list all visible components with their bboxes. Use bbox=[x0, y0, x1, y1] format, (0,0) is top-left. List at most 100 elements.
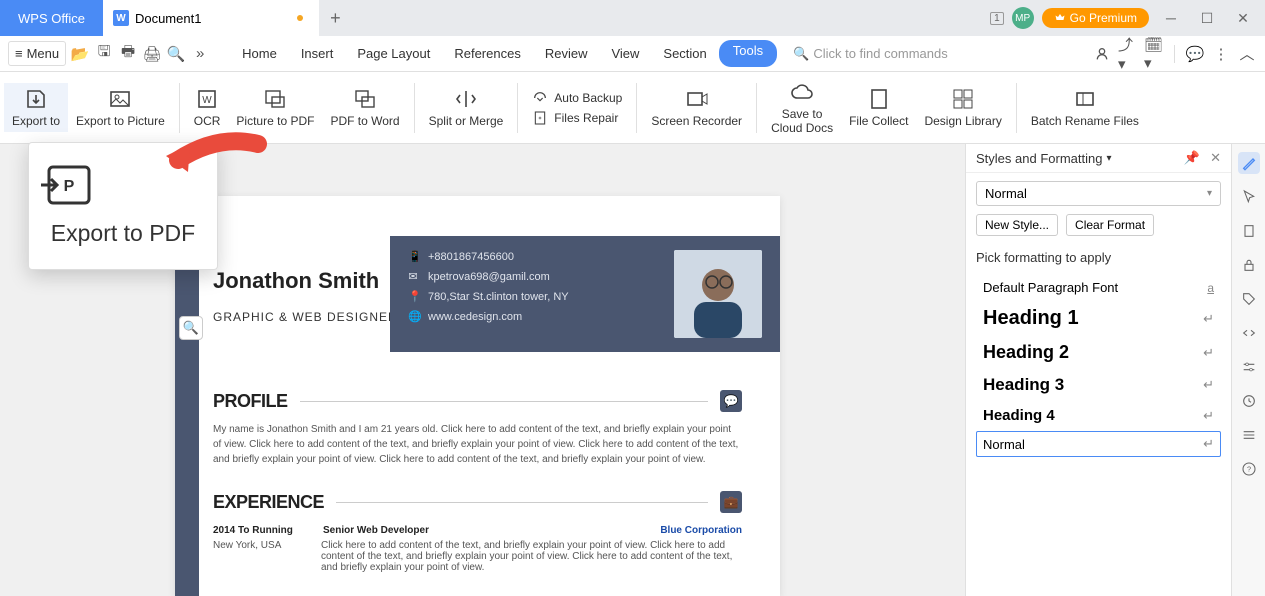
collapse-ribbon-icon[interactable]: ︿ bbox=[1237, 44, 1257, 64]
minimize-button[interactable]: ─ bbox=[1157, 4, 1185, 32]
tab-references[interactable]: References bbox=[442, 40, 532, 67]
export-to-button[interactable]: Export to bbox=[4, 83, 68, 132]
calendar-icon[interactable]: 🗓 ▾ bbox=[1144, 44, 1164, 64]
style-normal[interactable]: Normal↵ bbox=[976, 431, 1221, 457]
screen-recorder-button[interactable]: Screen Recorder bbox=[643, 83, 750, 132]
search-icon: 🔍 bbox=[793, 46, 809, 62]
styles-rail-icon[interactable] bbox=[1238, 152, 1260, 174]
new-tab-button[interactable]: + bbox=[319, 0, 351, 36]
tab-tools[interactable]: Tools bbox=[719, 40, 777, 67]
menu-tabs: Home Insert Page Layout References Revie… bbox=[230, 40, 777, 67]
document-tab[interactable]: W Document1 bbox=[103, 0, 319, 36]
pin-icon[interactable]: 📌 bbox=[1184, 150, 1200, 166]
tab-home[interactable]: Home bbox=[230, 40, 289, 67]
tab-page-layout[interactable]: Page Layout bbox=[345, 40, 442, 67]
go-premium-button[interactable]: Go Premium bbox=[1042, 8, 1149, 28]
resume-name: Jonathon Smith bbox=[213, 268, 398, 294]
app-tab[interactable]: WPS Office bbox=[0, 0, 103, 36]
tab-insert[interactable]: Insert bbox=[289, 40, 346, 67]
code-rail-icon[interactable] bbox=[1238, 322, 1260, 344]
zoom-icon[interactable]: 🔍 bbox=[166, 44, 186, 64]
page-find-button[interactable]: 🔍 bbox=[179, 316, 203, 340]
unsaved-indicator-icon bbox=[297, 15, 303, 21]
svg-text:W: W bbox=[202, 95, 212, 106]
document-page[interactable]: 🔍 Jonathon Smith GRAPHIC & WEB DESIGNER … bbox=[175, 196, 780, 596]
export-pdf-icon: P bbox=[39, 161, 207, 209]
split-merge-icon bbox=[454, 87, 478, 111]
contact-address: 780,Star St.clinton tower, NY bbox=[428, 291, 569, 303]
clipboard-rail-icon[interactable] bbox=[1238, 220, 1260, 242]
contact-website: www.cedesign.com bbox=[428, 311, 522, 323]
pic-to-pdf-icon bbox=[263, 87, 287, 111]
picture-to-pdf-button[interactable]: Picture to PDF bbox=[228, 83, 322, 132]
document-title: Document1 bbox=[135, 11, 201, 26]
new-style-button[interactable]: New Style... bbox=[976, 214, 1058, 236]
maximize-button[interactable]: ☐ bbox=[1193, 4, 1221, 32]
profile-section-title: PROFILE bbox=[213, 391, 288, 412]
profile-section-body: My name is Jonathon Smith and I am 21 ye… bbox=[213, 422, 742, 467]
backup-icon bbox=[532, 90, 548, 106]
style-heading-1[interactable]: Heading 1↵ bbox=[976, 302, 1221, 335]
tab-review[interactable]: Review bbox=[533, 40, 600, 67]
split-merge-button[interactable]: Split or Merge bbox=[421, 83, 512, 132]
selection-rail-icon[interactable] bbox=[1238, 186, 1260, 208]
user-settings-icon[interactable] bbox=[1092, 44, 1112, 64]
current-style-dropdown[interactable]: Normal ▾ bbox=[976, 181, 1221, 206]
exp-role: Senior Web Developer bbox=[323, 525, 429, 536]
sliders-rail-icon[interactable] bbox=[1238, 356, 1260, 378]
style-default-font[interactable]: Default Paragraph Fonta bbox=[976, 275, 1221, 300]
design-library-button[interactable]: Design Library bbox=[916, 83, 1009, 132]
chevron-down-icon: ▾ bbox=[1207, 188, 1212, 199]
lock-rail-icon[interactable] bbox=[1238, 254, 1260, 276]
chevron-down-icon[interactable]: ▾ bbox=[1106, 153, 1111, 164]
close-panel-icon[interactable]: ✕ bbox=[1210, 150, 1221, 166]
tab-section[interactable]: Section bbox=[651, 40, 718, 67]
callout-label: Export to PDF bbox=[39, 219, 207, 249]
experience-section-icon: 💼 bbox=[720, 491, 742, 513]
hamburger-icon: ≡ bbox=[15, 46, 23, 61]
pick-formatting-label: Pick formatting to apply bbox=[966, 246, 1231, 269]
file-collect-button[interactable]: File Collect bbox=[841, 83, 916, 132]
vertical-scrollbar[interactable] bbox=[955, 144, 965, 596]
location-icon: 📍 bbox=[408, 290, 418, 303]
tag-rail-icon[interactable] bbox=[1238, 288, 1260, 310]
comments-icon[interactable]: 💬 bbox=[1185, 44, 1205, 64]
repair-icon bbox=[532, 110, 548, 126]
main-menu-button[interactable]: ≡ Menu bbox=[8, 41, 66, 66]
close-button[interactable]: ✕ bbox=[1229, 4, 1257, 32]
style-heading-4[interactable]: Heading 4↵ bbox=[976, 402, 1221, 429]
list-rail-icon[interactable] bbox=[1238, 424, 1260, 446]
window-count-badge[interactable]: 1 bbox=[990, 12, 1004, 25]
style-heading-3[interactable]: Heading 3↵ bbox=[976, 370, 1221, 400]
print-preview-icon[interactable]: 🖨 bbox=[142, 44, 162, 64]
crown-icon bbox=[1054, 12, 1066, 24]
export-pdf-callout: P Export to PDF bbox=[28, 142, 218, 270]
user-avatar[interactable]: MP bbox=[1012, 7, 1034, 29]
more-options-icon[interactable]: ⋮ bbox=[1211, 44, 1231, 64]
pdf-to-word-button[interactable]: PDF to Word bbox=[322, 83, 407, 132]
profile-section-icon: 💬 bbox=[720, 390, 742, 412]
open-folder-icon[interactable]: 📂 bbox=[70, 44, 90, 64]
auto-backup-button[interactable]: Auto Backup bbox=[532, 90, 622, 106]
tab-view[interactable]: View bbox=[599, 40, 651, 67]
email-icon: ✉ bbox=[408, 270, 418, 283]
globe-icon: 🌐 bbox=[408, 310, 418, 323]
phone-icon: 📱 bbox=[408, 250, 418, 263]
save-to-cloud-button[interactable]: Save toCloud Docs bbox=[763, 76, 841, 140]
history-rail-icon[interactable] bbox=[1238, 390, 1260, 412]
style-heading-2[interactable]: Heading 2↵ bbox=[976, 337, 1221, 368]
help-rail-icon[interactable]: ? bbox=[1238, 458, 1260, 480]
save-icon[interactable]: 🖫 bbox=[94, 44, 114, 64]
print-icon[interactable]: 🖶 bbox=[118, 44, 138, 64]
ocr-button[interactable]: W OCR bbox=[186, 83, 229, 132]
share-icon[interactable]: ⤴ ▾ bbox=[1118, 44, 1138, 64]
clear-format-button[interactable]: Clear Format bbox=[1066, 214, 1154, 236]
more-quickaccess-icon[interactable]: » bbox=[190, 44, 210, 64]
export-to-picture-button[interactable]: Export to Picture bbox=[68, 83, 173, 132]
files-repair-button[interactable]: Files Repair bbox=[532, 110, 618, 126]
exp-description: Click here to add content of the text, a… bbox=[321, 540, 742, 573]
command-search[interactable]: 🔍 Click to find commands bbox=[793, 46, 948, 62]
file-collect-icon bbox=[867, 87, 891, 111]
profile-photo bbox=[674, 250, 762, 338]
batch-rename-button[interactable]: Batch Rename Files bbox=[1023, 83, 1147, 132]
